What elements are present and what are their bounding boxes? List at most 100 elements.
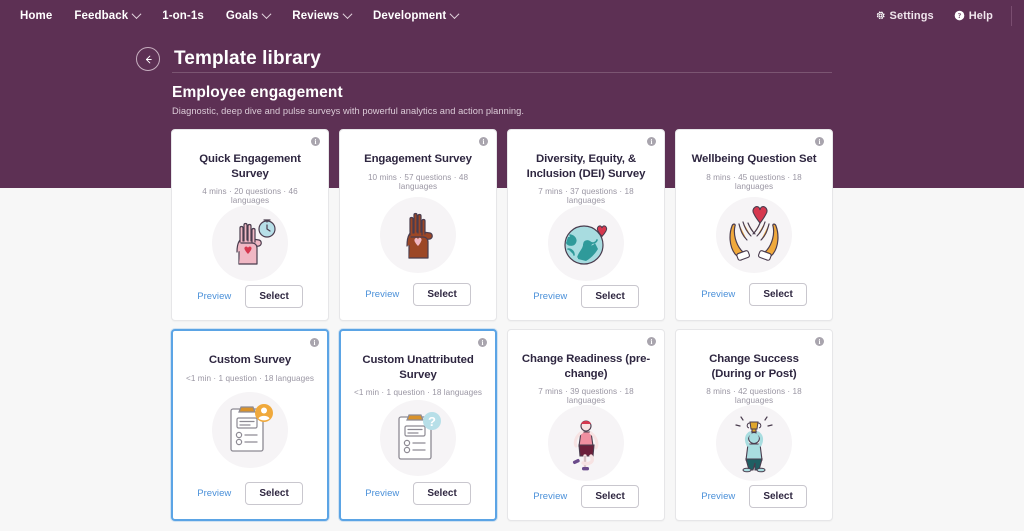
chevron-down-icon bbox=[449, 9, 460, 20]
back-button[interactable] bbox=[136, 47, 160, 71]
info-icon[interactable]: i bbox=[647, 137, 656, 146]
card-header: Custom Unattributed Survey <1 min · 1 qu… bbox=[341, 331, 495, 397]
preview-link[interactable]: Preview bbox=[701, 491, 735, 502]
preview-link[interactable]: Preview bbox=[365, 289, 399, 300]
select-button[interactable]: Select bbox=[581, 485, 639, 509]
template-card[interactable]: i Change Readiness (pre-change) 7 mins ·… bbox=[507, 329, 665, 521]
svg-text:?: ? bbox=[958, 13, 962, 20]
select-button[interactable]: Select bbox=[749, 283, 807, 306]
template-card[interactable]: i Diversity, Equity, & Inclusion (DEI) S… bbox=[507, 129, 665, 321]
card-meta: 4 mins · 20 questions · 46 languages bbox=[202, 187, 298, 206]
info-icon[interactable]: i bbox=[478, 338, 487, 347]
nav-item-home[interactable]: Home bbox=[10, 4, 62, 28]
clipboard-person-illustration bbox=[212, 392, 288, 469]
card-illustration bbox=[676, 191, 832, 283]
select-button[interactable]: Select bbox=[245, 285, 303, 309]
info-icon[interactable]: i bbox=[479, 137, 488, 146]
nav-item-label: Reviews bbox=[292, 9, 340, 22]
select-button[interactable]: Select bbox=[413, 283, 471, 306]
preview-link[interactable]: Preview bbox=[533, 291, 567, 302]
help-label: Help bbox=[968, 9, 993, 22]
hand-heart-stopwatch-illustration bbox=[212, 205, 288, 282]
nav-item-label: Feedback bbox=[74, 9, 129, 22]
card-illustration bbox=[676, 405, 832, 485]
select-button[interactable]: Select bbox=[245, 482, 303, 505]
card-meta: 8 mins · 42 questions · 18 languages bbox=[706, 387, 802, 406]
template-card-grid: i Quick Engagement Survey 4 mins · 20 qu… bbox=[171, 129, 853, 521]
top-navigation-bar: Home Feedback 1-on-1s Goals Reviews Deve… bbox=[0, 0, 1024, 31]
card-header: Custom Survey <1 min · 1 question · 18 l… bbox=[173, 331, 327, 383]
nav-item-development[interactable]: Development bbox=[363, 4, 468, 28]
preview-link[interactable]: Preview bbox=[197, 488, 231, 499]
preview-link[interactable]: Preview bbox=[533, 491, 567, 502]
card-actions: Preview Select bbox=[508, 485, 664, 520]
nav-item-1-on-1s[interactable]: 1-on-1s bbox=[152, 4, 214, 28]
select-button[interactable]: Select bbox=[749, 485, 807, 509]
preview-link[interactable]: Preview bbox=[365, 488, 399, 499]
select-button[interactable]: Select bbox=[581, 285, 639, 309]
nav-divider bbox=[1011, 5, 1012, 26]
utility-nav-items: Settings ? Help bbox=[865, 4, 1012, 28]
section-subtitle: Diagnostic, deep dive and pulse surveys … bbox=[172, 106, 525, 116]
main-nav-items: Home Feedback 1-on-1s Goals Reviews Deve… bbox=[10, 4, 468, 28]
nav-item-goals[interactable]: Goals bbox=[216, 4, 280, 28]
page-title: Template library bbox=[174, 48, 321, 69]
card-actions: Preview Select bbox=[340, 283, 496, 320]
template-card[interactable]: i Custom Unattributed Survey <1 min · 1 … bbox=[339, 329, 497, 521]
card-header: Engagement Survey 10 mins · 57 questions… bbox=[340, 130, 496, 191]
info-icon[interactable]: i bbox=[310, 338, 319, 347]
card-actions: Preview Select bbox=[676, 283, 832, 320]
gear-icon bbox=[875, 10, 886, 21]
section-title: Employee engagement bbox=[172, 84, 343, 101]
chevron-down-icon bbox=[261, 9, 272, 20]
card-illustration bbox=[340, 191, 496, 283]
select-button[interactable]: Select bbox=[413, 482, 471, 505]
card-header: Diversity, Equity, & Inclusion (DEI) Sur… bbox=[508, 130, 664, 205]
card-meta: <1 min · 1 question · 18 languages bbox=[185, 373, 314, 383]
info-icon[interactable]: i bbox=[815, 137, 824, 146]
card-meta: <1 min · 1 question · 18 languages bbox=[353, 388, 482, 398]
nav-item-label: Development bbox=[373, 9, 447, 22]
card-actions: Preview Select bbox=[173, 482, 327, 519]
template-card[interactable]: i Engagement Survey 10 mins · 57 questio… bbox=[339, 129, 497, 321]
settings-label: Settings bbox=[889, 9, 934, 22]
cupped-hands-heart-illustration bbox=[716, 196, 792, 273]
header-divider bbox=[172, 72, 832, 73]
card-title: Diversity, Equity, & Inclusion (DEI) Sur… bbox=[526, 153, 646, 180]
card-title: Custom Survey bbox=[208, 354, 292, 366]
card-title: Quick Engagement Survey bbox=[199, 153, 301, 180]
preview-link[interactable]: Preview bbox=[197, 291, 231, 302]
template-card[interactable]: i Custom Survey <1 min · 1 question · 18… bbox=[171, 329, 329, 521]
info-icon[interactable]: i bbox=[815, 337, 824, 346]
question-circle-icon: ? bbox=[954, 10, 965, 21]
card-illustration: ? bbox=[341, 397, 495, 482]
template-card[interactable]: i Quick Engagement Survey 4 mins · 20 qu… bbox=[171, 129, 329, 321]
card-illustration bbox=[173, 383, 327, 482]
card-title: Change Success (During or Post) bbox=[709, 353, 799, 380]
card-title: Change Readiness (pre-change) bbox=[521, 353, 651, 380]
nav-item-help[interactable]: ? Help bbox=[944, 4, 1003, 28]
template-card[interactable]: i Change Success (During or Post) 8 mins… bbox=[675, 329, 833, 521]
info-icon[interactable]: i bbox=[647, 337, 656, 346]
template-card[interactable]: i Wellbeing Question Set 8 mins · 45 que… bbox=[675, 129, 833, 321]
card-header: Wellbeing Question Set 8 mins · 45 quest… bbox=[676, 130, 832, 191]
card-illustration bbox=[508, 205, 664, 285]
info-icon[interactable]: i bbox=[311, 137, 320, 146]
nav-item-label: 1-on-1s bbox=[162, 9, 204, 22]
card-actions: Preview Select bbox=[508, 285, 664, 320]
card-title: Custom Unattributed Survey bbox=[362, 354, 474, 381]
preview-link[interactable]: Preview bbox=[701, 289, 735, 300]
person-trophy-illustration bbox=[716, 405, 792, 482]
page-header: Template library bbox=[136, 36, 848, 82]
chevron-down-icon bbox=[342, 9, 353, 20]
nav-item-reviews[interactable]: Reviews bbox=[282, 4, 361, 28]
nav-item-settings[interactable]: Settings bbox=[865, 4, 944, 28]
nav-item-feedback[interactable]: Feedback bbox=[64, 4, 150, 28]
brown-hand-heart-illustration bbox=[380, 196, 456, 273]
clipboard-question-illustration: ? bbox=[380, 399, 456, 476]
chevron-down-icon bbox=[131, 9, 142, 20]
card-header: Change Success (During or Post) 8 mins ·… bbox=[676, 330, 832, 405]
arrow-left-icon bbox=[143, 54, 154, 65]
card-meta: 8 mins · 45 questions · 18 languages bbox=[706, 172, 802, 191]
template-library-page: Home Feedback 1-on-1s Goals Reviews Deve… bbox=[0, 0, 1024, 531]
